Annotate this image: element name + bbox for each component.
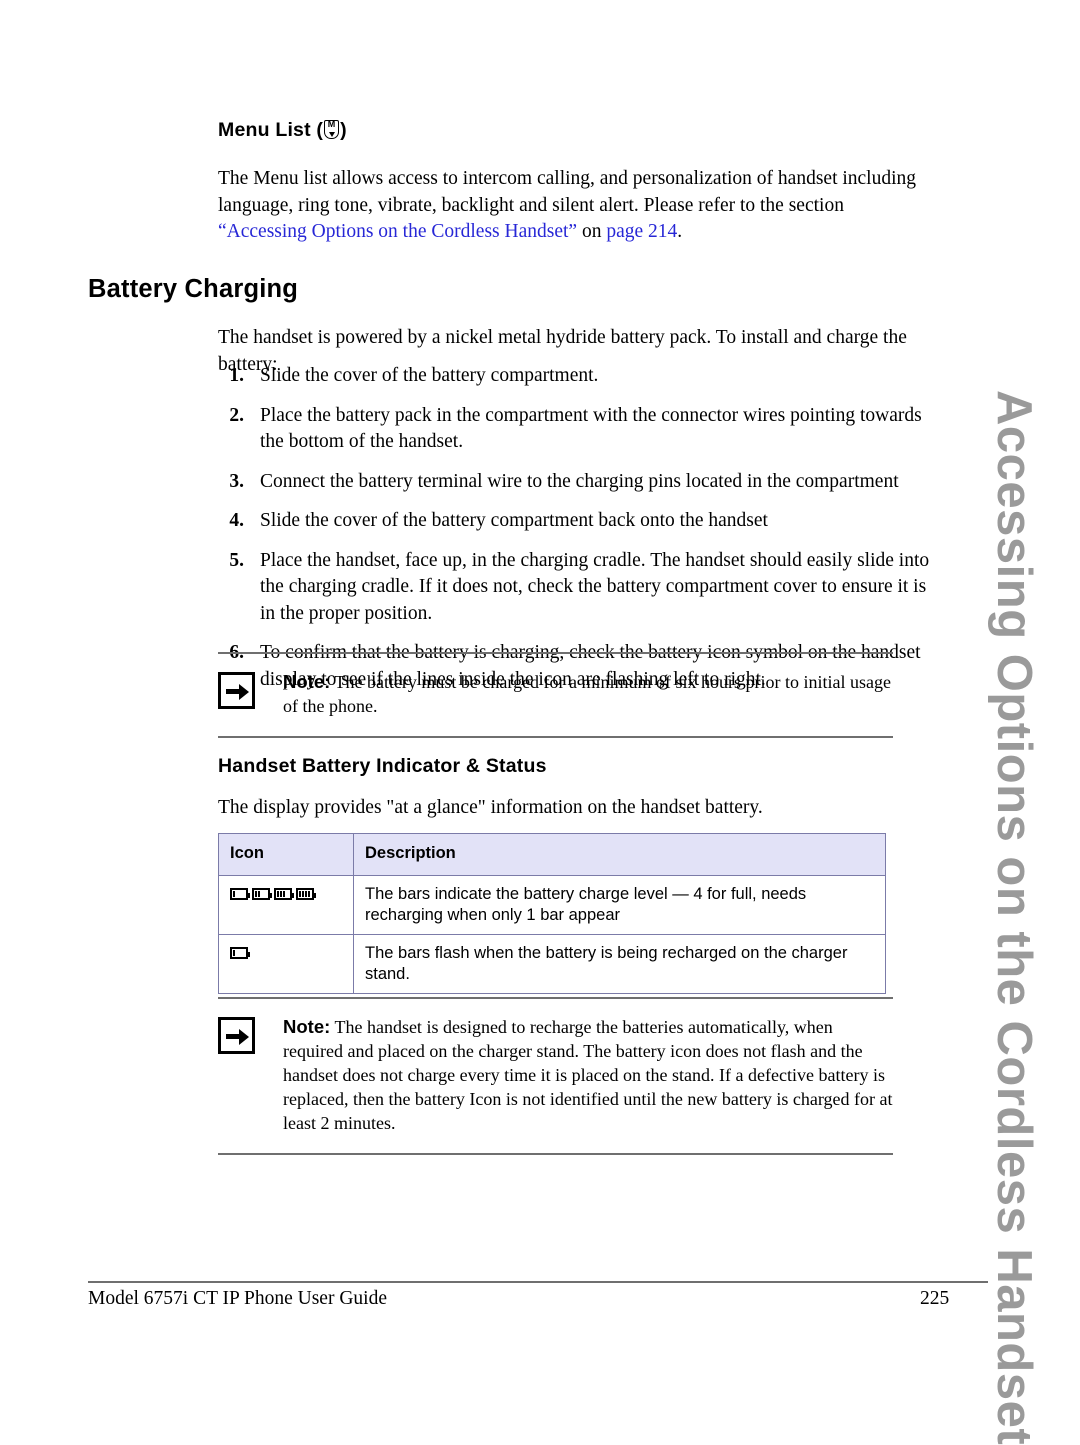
menu-list-heading-prefix: Menu List (: [218, 119, 324, 141]
menu-list-paragraph: The Menu list allows access to intercom …: [218, 166, 930, 246]
menu-list-paragraph-text: The Menu list allows access to intercom …: [218, 168, 917, 216]
document-page: Accessing Options on the Cordless Handse…: [0, 0, 1080, 1445]
note-two-text: The handset is designed to recharge the …: [283, 1017, 893, 1133]
list-item-number: 1.: [229, 365, 244, 386]
note-one-label: Note:: [283, 671, 331, 692]
battery-icon-1-bar: [230, 888, 250, 900]
table-header-row: Icon Description: [218, 833, 886, 876]
note-one-text: The battery must be charged for a minimu…: [283, 672, 892, 716]
note-arrow-icon: [218, 1017, 255, 1054]
menu-list-heading-suffix: ): [340, 119, 347, 141]
battery-indicator-table: Icon Description The bars indicate the b: [218, 833, 886, 994]
note-two-body: Note: The handset is designed to recharg…: [283, 1015, 893, 1135]
footer-page-number: 225: [920, 1288, 950, 1309]
xref-page-214-link[interactable]: page 214: [606, 221, 677, 242]
list-item: 3. Connect the battery terminal wire to …: [218, 469, 943, 496]
menu-glyph-letter: M: [327, 119, 336, 129]
battery-icon-flashing: [230, 947, 250, 959]
table-cell-icon: [218, 934, 354, 994]
note-block-two: Note: The handset is designed to recharg…: [218, 997, 893, 1155]
indicator-section-heading: Handset Battery Indicator & Status: [218, 755, 547, 777]
list-item: 5. Place the handset, face up, in the ch…: [218, 548, 943, 628]
list-item: 2. Place the battery pack in the compart…: [218, 403, 943, 456]
table-cell-description: The bars indicate the battery charge lev…: [353, 875, 886, 935]
list-item-number: 5.: [229, 549, 244, 571]
list-item-number: 3.: [229, 470, 244, 492]
menu-list-paragraph-end: .: [677, 221, 683, 242]
note-one-body: Note: The battery must be charged for a …: [283, 670, 893, 718]
side-tab-running-head: Accessing Options on the Cordless Handse…: [950, 0, 1070, 1445]
menu-list-paragraph-mid: on: [577, 221, 607, 242]
page-content: Menu List (M) The Menu list allows acces…: [0, 0, 988, 1397]
list-item-number: 2.: [229, 404, 244, 426]
indicator-section-intro: The display provides "at a glance" infor…: [218, 797, 763, 818]
battery-icon-2-bar: [252, 888, 272, 900]
note-block-one: Note: The battery must be charged for a …: [218, 652, 893, 738]
note-two-label: Note:: [283, 1016, 331, 1037]
list-item: 4. Slide the cover of the battery compar…: [218, 508, 943, 535]
battery-charging-heading: Battery Charging: [88, 275, 299, 303]
table-cell-description: The bars flash when the battery is being…: [353, 934, 886, 994]
side-tab-label: Accessing Options on the Cordless Handse…: [987, 390, 1041, 1445]
table-cell-icon: [218, 875, 354, 935]
list-item-number: 4.: [229, 510, 244, 531]
list-item-text: Connect the battery terminal wire to the…: [260, 470, 899, 492]
list-item-text: Place the battery pack in the compartmen…: [260, 404, 922, 453]
list-item-text: Slide the cover of the battery compartme…: [260, 510, 768, 531]
menu-list-heading: Menu List (M): [218, 119, 347, 142]
footer-title: Model 6757i CT IP Phone User Guide: [88, 1288, 387, 1309]
battery-level-icons: [230, 884, 342, 904]
list-item: 1. Slide the cover of the battery compar…: [218, 363, 943, 390]
list-item-text: Slide the cover of the battery compartme…: [260, 365, 599, 386]
footer-rule: [88, 1281, 988, 1283]
menu-glyph-icon: M: [324, 119, 340, 139]
xref-accessing-options-link[interactable]: “Accessing Options on the Cordless Hands…: [218, 221, 577, 242]
battery-charging-icon: [230, 943, 342, 963]
note-arrow-icon: [218, 672, 255, 709]
list-item-text: Place the handset, face up, in the charg…: [260, 549, 930, 624]
table-row: The bars indicate the battery charge lev…: [218, 875, 886, 935]
table-header-icon: Icon: [218, 833, 354, 876]
table-row: The bars flash when the battery is being…: [218, 934, 886, 994]
battery-icon-3-bar: [274, 888, 294, 900]
table-header-description: Description: [353, 833, 886, 876]
battery-icon-4-bar: [296, 888, 316, 900]
